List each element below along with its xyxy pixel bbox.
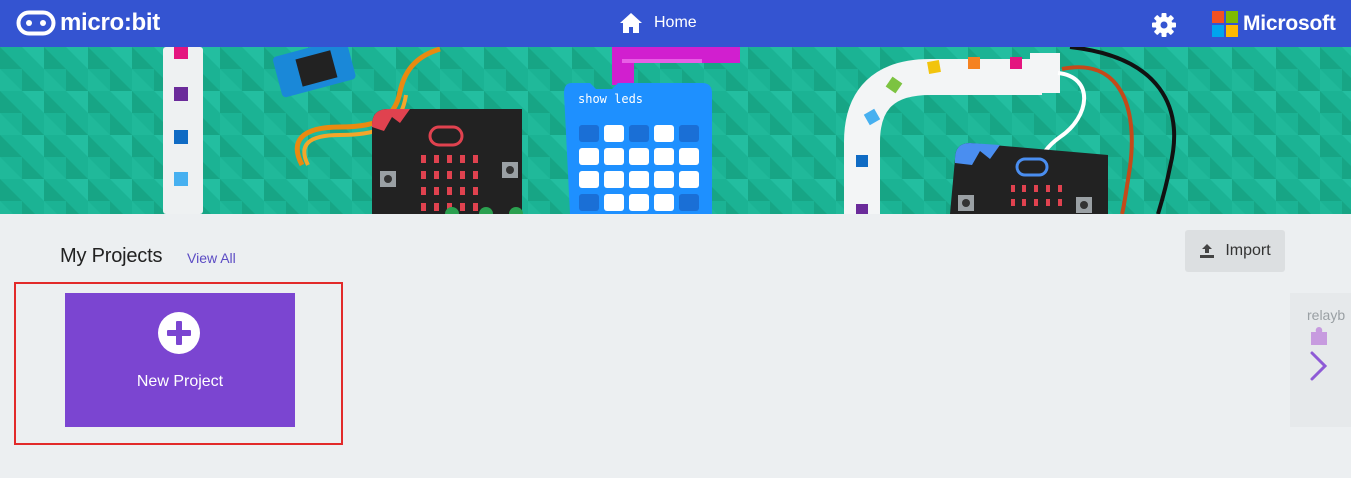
gear-icon[interactable] bbox=[1151, 12, 1177, 38]
home-button[interactable]: Home bbox=[619, 12, 697, 34]
microsoft-label: Microsoft bbox=[1243, 12, 1336, 35]
import-button[interactable]: Import bbox=[1185, 230, 1285, 272]
recent-project-name: relayb bbox=[1307, 307, 1346, 323]
new-project-card[interactable]: New Project bbox=[65, 293, 295, 427]
chevron-right-icon[interactable] bbox=[1308, 350, 1330, 382]
view-all-link[interactable]: View All bbox=[187, 250, 236, 266]
top-navbar: micro:bit Home Microsoft bbox=[0, 0, 1351, 47]
microbit-logo-icon bbox=[16, 10, 56, 36]
hero-illustration: show leds bbox=[0, 47, 1351, 214]
brand-label: micro:bit bbox=[60, 9, 160, 36]
show-leds-label: show leds bbox=[578, 92, 643, 106]
plus-circle-icon bbox=[158, 312, 200, 354]
import-label: Import bbox=[1225, 242, 1271, 259]
puzzle-icon bbox=[1311, 327, 1327, 345]
new-project-label: New Project bbox=[136, 373, 224, 390]
home-label: Home bbox=[654, 14, 697, 31]
brand-link[interactable]: micro:bit bbox=[16, 9, 160, 37]
microsoft-link[interactable]: Microsoft bbox=[1212, 11, 1336, 37]
hero-banner: show leds bbox=[0, 47, 1351, 214]
microsoft-logo-icon bbox=[1212, 11, 1238, 37]
recent-project-card[interactable]: relayb bbox=[1290, 293, 1351, 427]
my-projects-heading: My Projects bbox=[60, 245, 163, 267]
upload-icon bbox=[1200, 244, 1215, 258]
home-icon bbox=[620, 13, 642, 33]
